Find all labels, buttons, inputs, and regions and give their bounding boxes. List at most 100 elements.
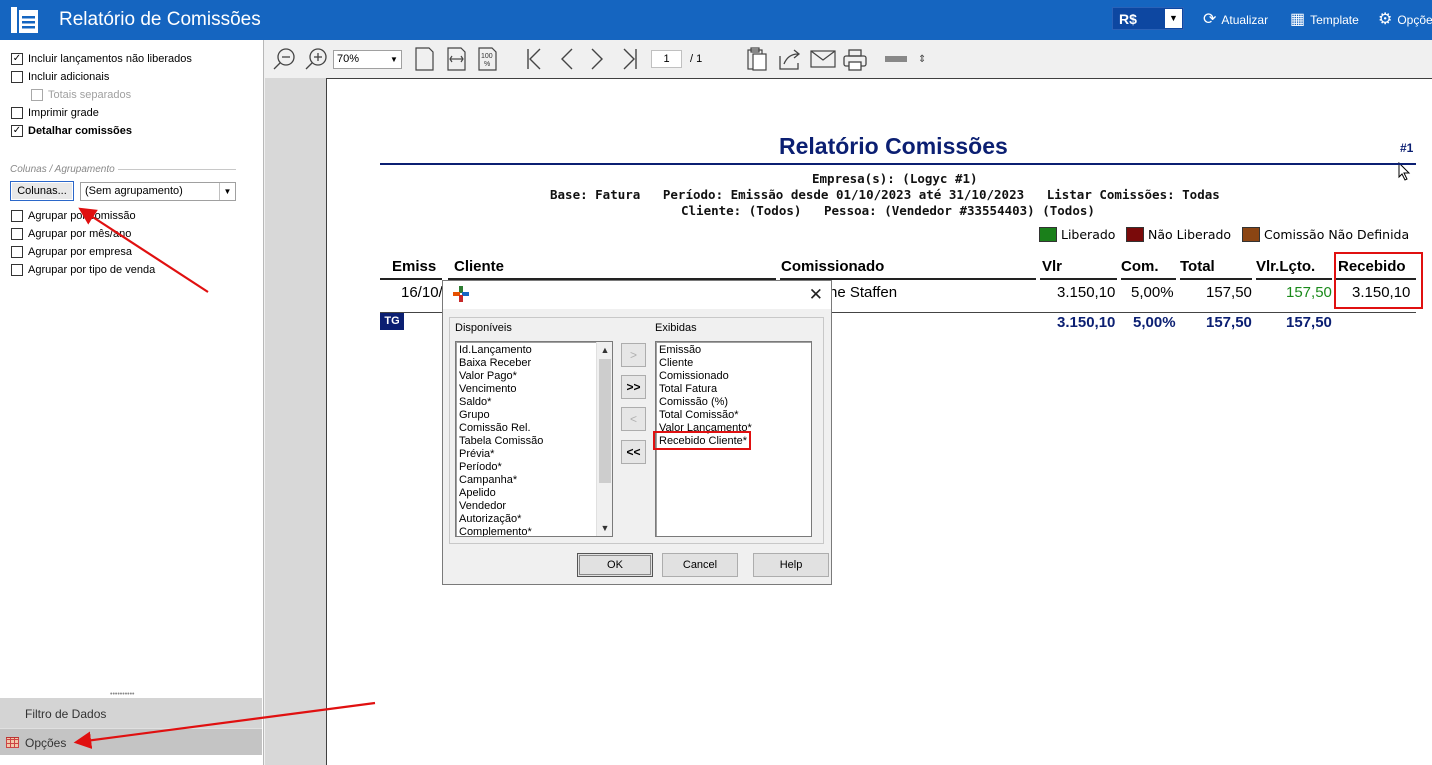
- checkbox-box[interactable]: [11, 228, 23, 240]
- available-label: Disponíveis: [455, 322, 512, 334]
- list-item[interactable]: Baixa Receber: [456, 357, 612, 370]
- list-item[interactable]: Autorização*: [456, 513, 612, 526]
- checkbox-include-unreleased[interactable]: ✓ Incluir lançamentos não liberados: [11, 53, 192, 65]
- checkbox-include-additional[interactable]: Incluir adicionais: [11, 71, 109, 83]
- list-item[interactable]: Prévia*: [456, 448, 612, 461]
- col-header-com: Com.: [1121, 258, 1159, 275]
- list-item[interactable]: Comissionado: [656, 370, 811, 383]
- display-options-icon[interactable]: ⇕ ×: [885, 54, 932, 65]
- scroll-up-icon[interactable]: ▲: [597, 343, 612, 357]
- list-item[interactable]: Tabela Comissão: [456, 435, 612, 448]
- chevron-down-icon[interactable]: ▼: [387, 51, 401, 68]
- checkbox-group-company[interactable]: Agrupar por empresa: [11, 246, 132, 258]
- dialog-title-bar: ✕: [443, 281, 831, 309]
- list-item[interactable]: Total Fatura: [656, 383, 811, 396]
- checkbox-box[interactable]: ✓: [11, 53, 23, 65]
- next-page-icon[interactable]: [591, 48, 603, 70]
- close-icon[interactable]: ✕: [809, 285, 823, 305]
- refresh-button[interactable]: ⟳ Atualizar: [1203, 10, 1268, 30]
- list-item[interactable]: Campanha*: [456, 474, 612, 487]
- zoom-select[interactable]: 70% ▼: [333, 50, 402, 69]
- list-item[interactable]: Complemento*: [456, 526, 612, 536]
- section-divider: [118, 169, 236, 170]
- scroll-down-icon[interactable]: ▼: [597, 521, 612, 535]
- currency-select[interactable]: R$ ▼: [1112, 7, 1184, 30]
- page-width-icon[interactable]: [447, 47, 466, 71]
- last-page-icon[interactable]: [623, 48, 637, 70]
- list-item[interactable]: Total Comissão*: [656, 409, 811, 422]
- checkbox-label: Agrupar por mês/ano: [28, 228, 132, 240]
- full-page-icon[interactable]: [415, 47, 434, 71]
- move-all-left-button[interactable]: <<: [621, 440, 646, 464]
- scrollbar[interactable]: ▲ ▼: [596, 342, 612, 536]
- checkbox-box: [31, 89, 43, 101]
- svg-text:%: %: [484, 61, 490, 68]
- header-rule: [1256, 278, 1332, 280]
- help-button[interactable]: Help: [753, 553, 829, 577]
- list-item[interactable]: Emissão: [656, 344, 811, 357]
- cancel-button[interactable]: Cancel: [662, 553, 738, 577]
- list-item[interactable]: Comissão Rel.: [456, 422, 612, 435]
- scrollbar-thumb[interactable]: [599, 359, 611, 483]
- export-icon[interactable]: [779, 49, 801, 70]
- template-button[interactable]: ▦ Template: [1290, 10, 1359, 30]
- grouping-select[interactable]: (Sem agrupamento) ▼: [80, 182, 236, 201]
- list-item[interactable]: Vencimento: [456, 383, 612, 396]
- list-item[interactable]: Cliente: [656, 357, 811, 370]
- report-header-period: Base: Fatura Período: Emissão desde 01/1…: [550, 187, 1220, 202]
- cell-emissao: 16/10/: [401, 284, 443, 301]
- move-all-right-button[interactable]: >>: [621, 375, 646, 399]
- chevron-down-icon[interactable]: ▼: [1165, 9, 1182, 28]
- chevron-down-icon[interactable]: ▼: [219, 183, 235, 200]
- list-item[interactable]: Vendedor: [456, 500, 612, 513]
- clipboard-icon[interactable]: [747, 47, 767, 71]
- options-button[interactable]: ⚙ Opções: [1378, 10, 1432, 30]
- move-left-button[interactable]: <: [621, 407, 646, 431]
- checkbox-box[interactable]: [11, 264, 23, 276]
- columns-button[interactable]: Colunas...: [10, 181, 74, 201]
- first-page-icon[interactable]: [527, 48, 541, 70]
- available-columns-list[interactable]: Id.Lançamento Baixa Receber Valor Pago* …: [455, 341, 613, 537]
- legend-liberado: Liberado: [1039, 227, 1115, 242]
- zoom-out-icon[interactable]: [273, 48, 295, 70]
- page-number-input[interactable]: 1: [651, 50, 682, 68]
- currency-value: R$: [1119, 11, 1137, 27]
- checkbox-label: Agrupar por empresa: [28, 246, 132, 258]
- section-label: Colunas / Agrupamento: [10, 164, 115, 175]
- list-item[interactable]: Saldo*: [456, 396, 612, 409]
- zoom-in-icon[interactable]: [305, 48, 327, 70]
- list-item[interactable]: Período*: [456, 461, 612, 474]
- list-item[interactable]: Id.Lançamento: [456, 344, 612, 357]
- list-item[interactable]: Comissão (%): [656, 396, 811, 409]
- checkbox-box[interactable]: [11, 71, 23, 83]
- checkbox-group-sale-type[interactable]: Agrupar por tipo de venda: [11, 264, 155, 276]
- list-item[interactable]: Apelido: [456, 487, 612, 500]
- list-item[interactable]: Grupo: [456, 409, 612, 422]
- available-items: Id.Lançamento Baixa Receber Valor Pago* …: [456, 342, 612, 536]
- tab-options[interactable]: Opções: [0, 728, 262, 755]
- grid-icon: [6, 737, 19, 748]
- print-icon[interactable]: [843, 49, 867, 71]
- prev-page-icon[interactable]: [561, 48, 573, 70]
- checkbox-box[interactable]: ✓: [11, 125, 23, 137]
- checkbox-group-month[interactable]: Agrupar por mês/ano: [11, 228, 131, 240]
- page-total: / 1: [690, 53, 703, 65]
- tab-label: Opções: [25, 736, 67, 750]
- checkbox-box[interactable]: [11, 107, 23, 119]
- legend-nao-definida: Comissão Não Definida: [1242, 227, 1409, 242]
- checkbox-group-commission[interactable]: Agrupar por comissão: [11, 210, 136, 222]
- checkbox-box[interactable]: [11, 210, 23, 222]
- legend-label: Comissão Não Definida: [1264, 227, 1410, 242]
- refresh-icon: ⟳: [1203, 11, 1217, 28]
- col-header-comissionado: Comissionado: [781, 258, 885, 275]
- checkbox-print-grid[interactable]: Imprimir grade: [11, 107, 99, 119]
- shown-label: Exibidas: [655, 322, 697, 334]
- ok-button[interactable]: OK: [577, 553, 653, 577]
- list-item[interactable]: Valor Pago*: [456, 370, 612, 383]
- tab-data-filter[interactable]: Filtro de Dados: [0, 698, 262, 728]
- email-icon[interactable]: [810, 50, 836, 68]
- move-right-button[interactable]: >: [621, 343, 646, 367]
- legend-swatch: [1242, 227, 1260, 242]
- checkbox-box[interactable]: [11, 246, 23, 258]
- checkbox-detail-commissions[interactable]: ✓ Detalhar comissões: [11, 125, 132, 137]
